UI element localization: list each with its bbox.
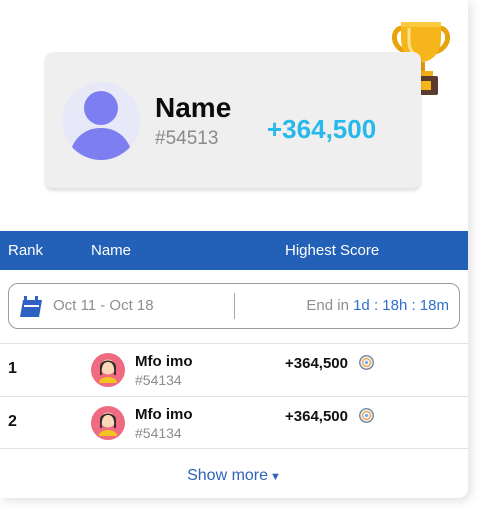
date-range-bar[interactable]: Oct 11 - Oct 18 End in 1d : 18h : 18m bbox=[8, 283, 460, 329]
calendar-icon bbox=[20, 296, 42, 317]
avatar bbox=[91, 406, 125, 440]
countdown: End in 1d : 18h : 18m bbox=[306, 297, 449, 314]
header-highest-score: Highest Score bbox=[285, 242, 380, 259]
user-avatar-icon bbox=[62, 82, 140, 160]
header-rank: Rank bbox=[8, 242, 44, 259]
avatar bbox=[91, 353, 125, 387]
top-player-id: #54513 bbox=[155, 128, 219, 149]
show-more-button[interactable]: Show more ▼ bbox=[0, 467, 468, 485]
end-in-label: End in bbox=[306, 297, 349, 314]
caret-down-icon: ▼ bbox=[270, 471, 281, 483]
player-id: #54134 bbox=[135, 372, 182, 388]
table-row[interactable]: 1 Mfo imo #54134 +364,500 bbox=[0, 343, 468, 396]
row-rank: 2 bbox=[8, 413, 17, 430]
row-rank: 1 bbox=[8, 360, 17, 377]
player-name: Mfo imo bbox=[135, 353, 193, 370]
show-more-label: Show more bbox=[187, 467, 269, 484]
top-player-score: +364,500 bbox=[267, 114, 377, 144]
divider bbox=[234, 293, 235, 319]
header-name: Name bbox=[91, 242, 132, 259]
countdown-value: 1d : 18h : 18m bbox=[353, 297, 449, 314]
divider bbox=[0, 448, 468, 449]
coin-icon bbox=[359, 408, 374, 423]
top-player-name: Name bbox=[155, 92, 232, 123]
top-player-card[interactable]: Name #54513 +364,500 bbox=[45, 52, 421, 188]
date-range: Oct 11 - Oct 18 bbox=[53, 297, 154, 314]
table-row[interactable]: 2 Mfo imo #54134 +364,500 bbox=[0, 396, 468, 449]
table-header: Rank Name Highest Score bbox=[0, 231, 468, 270]
player-id: #54134 bbox=[135, 425, 182, 441]
player-score: +364,500 bbox=[285, 408, 348, 425]
player-name: Mfo imo bbox=[135, 406, 193, 423]
coin-icon bbox=[359, 355, 374, 370]
player-score: +364,500 bbox=[285, 355, 348, 372]
leaderboard-panel: Name #54513 +364,500 Rank Name Highest S… bbox=[0, 0, 468, 498]
